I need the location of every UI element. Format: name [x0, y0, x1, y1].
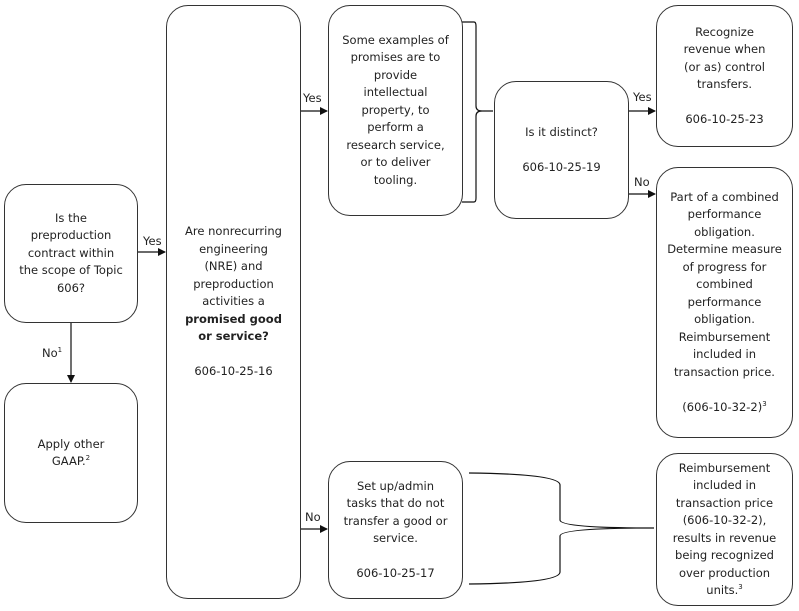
setup-text: Set up/admin tasks that do not transfer … — [343, 478, 448, 546]
node-scope: Is the preproduction contract within the… — [4, 184, 138, 323]
examples-text: Some examples of promises are to provide… — [342, 32, 449, 187]
combined-text3: Reimbursement included in transaction pr… — [674, 329, 775, 379]
label-distinct-no: No — [634, 175, 650, 189]
combined-text1: Part of a combined performance obligatio… — [670, 189, 779, 239]
reimbursement-text-line: Reimbursement included in transaction pr… — [663, 460, 786, 600]
label-scope-no-text: No — [42, 346, 58, 360]
label-nre-no: No — [305, 510, 321, 524]
recognize-text: Recognize revenue when (or as) control t… — [683, 24, 766, 92]
nre-question-bold: promised good or service? — [185, 311, 282, 344]
node-recognize: Recognize revenue when (or as) control t… — [656, 5, 793, 147]
recognize-ref: 606-10-25-23 — [685, 112, 764, 126]
nre-ref: 606-10-25-16 — [194, 364, 273, 379]
footnote-2: 2 — [85, 454, 91, 463]
distinct-question: Is it distinct? — [525, 124, 598, 139]
footnote-3b: 3 — [738, 583, 743, 592]
label-scope-no: No1 — [42, 346, 62, 360]
node-combined: Part of a combined performance obligatio… — [656, 167, 793, 438]
node-scope-text: Is the preproduction contract within the… — [19, 210, 123, 295]
reimbursement-text: Reimbursement included in transaction pr… — [672, 460, 777, 598]
node-setup: Set up/admin tasks that do not transfer … — [328, 461, 463, 599]
nre-question: Are nonrecurring engineering (NRE) and p… — [185, 224, 282, 309]
combined-text2: Determine measure of progress for combin… — [667, 242, 782, 327]
bracket-examples — [462, 21, 493, 203]
footnote-1: 1 — [57, 346, 63, 355]
node-reimbursement: Reimbursement included in transaction pr… — [656, 453, 793, 606]
footnote-3: 3 — [762, 399, 767, 408]
label-distinct-yes: Yes — [633, 90, 652, 104]
label-nre-yes: Yes — [303, 91, 322, 105]
node-other-gaap: Apply other GAAP.2 — [4, 383, 138, 523]
brace-setup — [468, 472, 655, 585]
label-scope-yes: Yes — [143, 234, 162, 248]
combined-ref-line: (606-10-32-2)3 — [682, 399, 766, 417]
node-distinct: Is it distinct? 606-10-25-19 — [494, 81, 629, 219]
node-examples: Some examples of promises are to provide… — [328, 5, 463, 216]
node-other-gaap-text: Apply other GAAP.2 — [23, 436, 119, 471]
other-gaap-label: Apply other GAAP. — [37, 436, 105, 469]
setup-ref: 606-10-25-17 — [356, 566, 435, 580]
node-nre-text: Are nonrecurring engineering (NRE) and p… — [183, 223, 284, 346]
distinct-ref: 606-10-25-19 — [522, 159, 601, 174]
combined-ref: (606-10-32-2) — [682, 399, 763, 414]
node-nre: Are nonrecurring engineering (NRE) and p… — [166, 5, 301, 599]
